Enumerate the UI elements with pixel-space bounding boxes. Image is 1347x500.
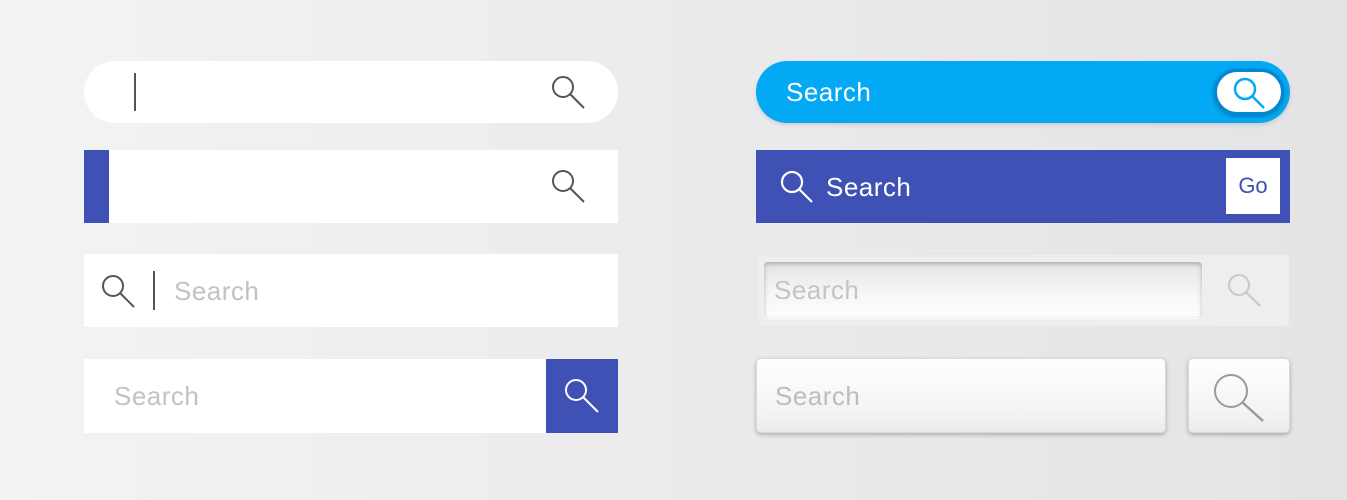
search-input-raised[interactable]: Search [756,358,1166,433]
search-input[interactable]: Search [764,262,1202,318]
go-button[interactable]: Go [1226,158,1280,214]
search-button[interactable] [1188,358,1290,433]
search-icon[interactable] [550,168,586,204]
accent-stripe [84,150,109,223]
search-button[interactable] [1214,69,1284,115]
search-icon[interactable] [550,74,586,110]
search-label: Search [826,172,912,202]
search-icon [1231,76,1267,112]
search-input-with-button[interactable]: Search [84,359,546,433]
text-cursor [134,73,136,111]
search-bar-inset[interactable]: Search [756,254,1290,327]
search-placeholder: Search [775,381,861,411]
search-bar-rounded[interactable] [84,61,618,123]
search-placeholder: Search [174,276,260,306]
search-icon[interactable] [1226,272,1262,308]
search-bar-blue-pill[interactable]: Search [756,61,1290,123]
search-icon [1211,371,1267,423]
search-icon [100,273,136,309]
search-bar-icon-left[interactable]: Search [84,254,618,327]
search-bar-accent[interactable] [84,150,618,223]
text-cursor [153,271,155,310]
search-label: Search [786,77,872,107]
search-icon [562,376,600,414]
search-bar-indigo[interactable]: Search Go [756,150,1290,223]
search-placeholder: Search [774,275,860,305]
search-placeholder: Search [114,381,200,411]
search-button[interactable] [546,359,618,433]
search-icon [778,168,814,204]
